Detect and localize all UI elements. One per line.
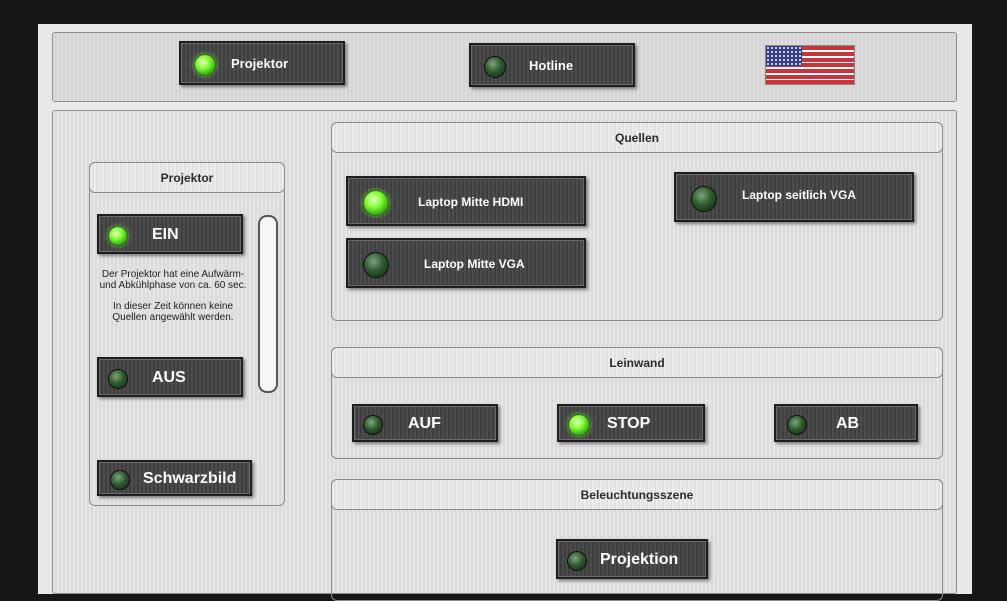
projektor-tab-label: Projektor xyxy=(231,56,289,71)
ab-button[interactable]: AB xyxy=(774,404,918,442)
led-indicator-icon xyxy=(109,227,127,245)
touch-panel-screen: Projektor Hotline Projektor EIN Der Proj… xyxy=(38,24,972,601)
leinwand-panel-title: Leinwand xyxy=(609,355,665,370)
led-indicator-icon xyxy=(109,370,127,388)
led-indicator-icon xyxy=(195,55,215,75)
warmup-info-text: Der Projektor hat eine Aufwärm- und Abkü… xyxy=(90,269,256,323)
projektor-tab-button[interactable]: Projektor xyxy=(179,41,345,85)
projektor-panel: Projektor EIN Der Projektor hat eine Auf… xyxy=(89,162,285,506)
stop-label: STOP xyxy=(607,415,651,432)
info-line: In dieser Zeit können keine xyxy=(112,301,234,312)
scrollbar[interactable] xyxy=(258,215,278,393)
quellen-panel: Quellen Laptop Mitte HDMI Laptop Mitte V… xyxy=(331,122,943,321)
hotline-button[interactable]: Hotline xyxy=(469,43,635,87)
led-indicator-icon xyxy=(364,416,382,434)
aus-button[interactable]: AUS xyxy=(97,357,243,397)
led-indicator-icon xyxy=(364,191,388,215)
led-indicator-icon xyxy=(364,253,388,277)
info-line: Der Projektor hat eine Aufwärm- xyxy=(101,269,245,280)
laptop-mitte-hdmi-label: Laptop Mitte HDMI xyxy=(418,195,524,209)
projektion-label: Projektion xyxy=(600,551,679,568)
quellen-panel-header: Quellen xyxy=(331,122,943,153)
led-indicator-icon xyxy=(485,57,505,77)
ab-label: AB xyxy=(836,415,860,432)
beleuchtungsszene-panel: Beleuchtungsszene Projektion xyxy=(331,479,943,601)
auf-label: AUF xyxy=(408,415,441,432)
schwarzbild-label: Schwarzbild xyxy=(143,470,237,487)
quellen-panel-title: Quellen xyxy=(614,130,659,145)
us-flag-icon[interactable] xyxy=(765,45,855,85)
led-indicator-icon xyxy=(692,187,716,211)
laptop-seitlich-vga-button[interactable]: Laptop seitlich VGA xyxy=(674,172,914,222)
projektor-panel-header: Projektor xyxy=(89,162,285,193)
laptop-mitte-vga-button[interactable]: Laptop Mitte VGA xyxy=(346,238,586,288)
led-indicator-icon xyxy=(569,415,589,435)
aus-label: AUS xyxy=(152,369,186,386)
info-line: Quellen angewählt werden. xyxy=(112,312,234,323)
auf-button[interactable]: AUF xyxy=(352,404,498,442)
beleuchtungsszene-panel-title: Beleuchtungsszene xyxy=(580,487,694,502)
leinwand-panel: Leinwand AUF STOP AB xyxy=(331,347,943,459)
laptop-mitte-hdmi-button[interactable]: Laptop Mitte HDMI xyxy=(346,176,586,226)
info-line: und Abkühlphase von ca. 60 sec. xyxy=(99,280,247,291)
ein-label: EIN xyxy=(152,226,179,243)
leinwand-panel-header: Leinwand xyxy=(331,347,943,378)
led-indicator-icon xyxy=(111,471,129,489)
led-indicator-icon xyxy=(788,416,806,434)
projektor-panel-title: Projektor xyxy=(160,170,214,185)
led-indicator-icon xyxy=(568,552,586,570)
projektion-button[interactable]: Projektion xyxy=(556,539,708,579)
laptop-seitlich-vga-label: Laptop seitlich VGA xyxy=(742,188,857,202)
beleuchtungsszene-panel-header: Beleuchtungsszene xyxy=(331,479,943,510)
schwarzbild-button[interactable]: Schwarzbild xyxy=(97,460,252,496)
hotline-label: Hotline xyxy=(529,58,574,73)
top-bar: Projektor Hotline xyxy=(52,32,957,102)
main-content: Projektor EIN Der Projektor hat eine Auf… xyxy=(52,110,957,601)
stop-button[interactable]: STOP xyxy=(557,404,705,442)
laptop-mitte-vga-label: Laptop Mitte VGA xyxy=(424,257,525,271)
ein-button[interactable]: EIN xyxy=(97,214,243,254)
